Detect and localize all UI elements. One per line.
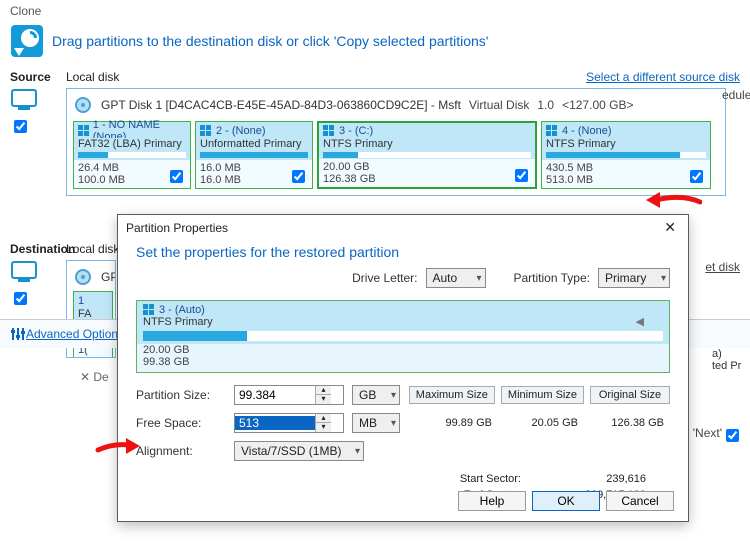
- minimum-size-button[interactable]: Minimum Size: [501, 386, 584, 404]
- ghost-text: a)ted Pri: [712, 348, 742, 372]
- source-disk-box: GPT Disk 1 [D4CAC4CB-E45E-45AD-84D3-0638…: [66, 88, 726, 196]
- clone-icon: [10, 24, 44, 58]
- alignment-label: Alignment:: [136, 444, 226, 458]
- maximum-size-button[interactable]: Maximum Size: [409, 386, 495, 404]
- partition-size-input[interactable]: ▴▾: [234, 385, 344, 405]
- header-text: Drag partitions to the destination disk …: [52, 33, 488, 49]
- cancel-button[interactable]: Cancel: [606, 491, 674, 511]
- wizard-next-checkbox[interactable]: [726, 429, 739, 442]
- next-fragment: k 'Next': [683, 426, 722, 440]
- partition-size-label: Partition Size:: [136, 388, 226, 402]
- maximum-size-value: 99.89 GB: [418, 417, 498, 429]
- chevron-down-icon: ▾: [316, 395, 331, 404]
- header: Drag partitions to the destination disk …: [0, 18, 750, 70]
- windows-icon: [323, 125, 335, 137]
- original-size-button[interactable]: Original Size: [590, 386, 670, 404]
- partition-1[interactable]: 1 - NO NAME (None) FAT32 (LBA) Primary 2…: [73, 121, 191, 189]
- close-icon[interactable]: ✕: [660, 219, 680, 236]
- select-dest-disk-link[interactable]: et disk: [705, 260, 740, 274]
- disk-ver: 1.0: [537, 98, 554, 112]
- partition-4-checkbox[interactable]: [690, 170, 703, 183]
- destination-disk-label: Local disk: [66, 242, 119, 256]
- partition-3-checkbox[interactable]: [515, 169, 528, 182]
- windows-icon: [200, 125, 212, 137]
- computer-icon: [10, 88, 40, 112]
- alignment-combo[interactable]: Vista/7/SSD (1MB): [234, 441, 364, 461]
- window-title: Clone: [0, 0, 750, 18]
- windows-icon: [78, 125, 89, 137]
- resize-handle-icon[interactable]: ◀: [636, 315, 644, 328]
- partition-size-unit[interactable]: GB: [352, 385, 400, 405]
- partition-type-label: Partition Type:: [514, 271, 591, 285]
- sliders-icon: [10, 326, 26, 342]
- start-sector-value: 239,616: [533, 473, 646, 485]
- minimum-size-value: 20.05 GB: [504, 417, 584, 429]
- advanced-options-link[interactable]: Advanced Options: [26, 327, 124, 341]
- disk-type: Virtual Disk: [469, 98, 529, 112]
- original-size-value: 126.38 GB: [590, 417, 670, 429]
- source-label: Source: [10, 70, 66, 84]
- disk-size: <127.00 GB>: [562, 98, 633, 112]
- partition-2-checkbox[interactable]: [292, 170, 305, 183]
- destination-label: Destination: [10, 242, 66, 256]
- source-disk-label: Local disk: [66, 70, 119, 84]
- source-disk-checkbox[interactable]: [14, 120, 27, 133]
- partition-type-combo[interactable]: Primary: [598, 268, 670, 288]
- free-space-input[interactable]: ▴▾: [234, 413, 344, 433]
- free-space-unit[interactable]: MB: [352, 413, 400, 433]
- partition-1-checkbox[interactable]: [170, 170, 183, 183]
- start-sector-label: Start Sector:: [408, 473, 521, 485]
- dialog-title: Partition Properties: [126, 221, 228, 235]
- partition-3[interactable]: 3 - (C:) NTFS Primary 20.00 GB126.38 GB: [317, 121, 537, 189]
- dialog-heading: Set the properties for the restored part…: [118, 240, 688, 268]
- partition-2[interactable]: 2 - (None) Unformatted Primary 16.0 MB16…: [195, 121, 313, 189]
- partition-row: 1 - NO NAME (None) FAT32 (LBA) Primary 2…: [73, 121, 719, 189]
- help-button[interactable]: Help: [458, 491, 526, 511]
- ok-button[interactable]: OK: [532, 491, 600, 511]
- disk-name: GPT Disk 1 [D4CAC4CB-E45E-45AD-84D3-0638…: [101, 98, 461, 112]
- destination-disk-checkbox[interactable]: [14, 292, 27, 305]
- partition-properties-dialog: Partition Properties ✕ Set the propertie…: [117, 214, 689, 522]
- computer-icon: [10, 260, 40, 284]
- disk-icon: [73, 95, 93, 115]
- drive-letter-combo[interactable]: Auto: [426, 268, 486, 288]
- edule-fragment: edule: [722, 88, 750, 102]
- chevron-down-icon: ▾: [316, 423, 331, 432]
- restored-partition-preview[interactable]: 3 - (Auto) NTFS Primary 20.00 GB99.38 GB: [136, 300, 670, 373]
- windows-icon: [546, 125, 558, 137]
- select-source-disk-link[interactable]: Select a different source disk: [586, 70, 740, 84]
- free-space-label: Free Space:: [136, 416, 226, 430]
- disk-icon: [73, 267, 93, 287]
- windows-icon: [143, 304, 155, 316]
- partition-4[interactable]: 4 - (None) NTFS Primary 430.5 MB513.0 MB: [541, 121, 711, 189]
- drive-letter-label: Drive Letter:: [352, 271, 417, 285]
